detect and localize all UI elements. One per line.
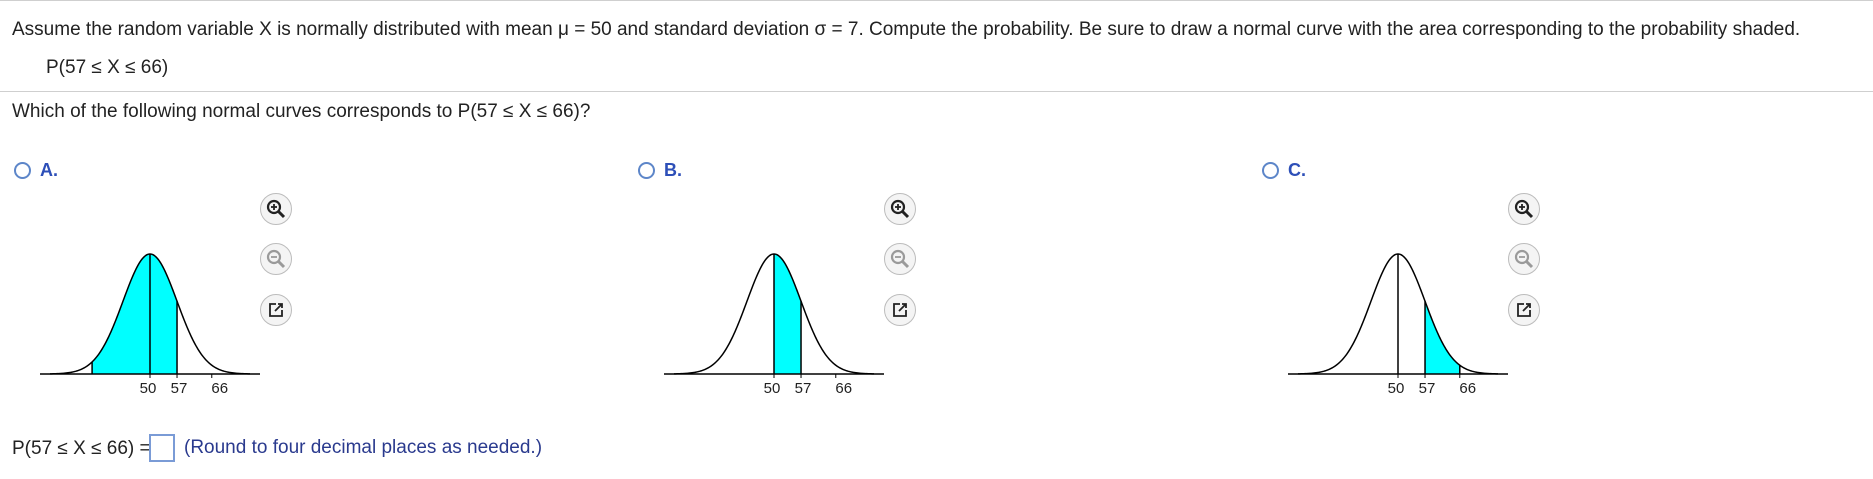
tick-label: 57: [795, 380, 812, 397]
question-expression: P(57 ≤ X ≤ 66): [46, 57, 169, 78]
tick-label: 50: [140, 380, 157, 397]
option-b-zoom-out-button[interactable]: [884, 243, 916, 275]
tick-label: 57: [171, 380, 188, 397]
tick-label: 57: [1419, 380, 1436, 397]
option-c-radio[interactable]: [1262, 162, 1279, 179]
option-b-zoom-in-button[interactable]: [884, 193, 916, 225]
question-prompt: Assume the random variable X is normally…: [12, 19, 1801, 40]
section-divider: [0, 91, 1873, 92]
popout-icon: [1517, 303, 1531, 317]
answer-label: P(57 ≤ X ≤ 66) =: [12, 438, 151, 459]
option-c-label: C.: [1288, 160, 1306, 180]
zoom-out-icon: [890, 249, 910, 269]
zoom-in-icon: [890, 199, 910, 219]
option-c-zoom-in-button[interactable]: [1508, 193, 1540, 225]
option-a[interactable]: A.: [14, 160, 58, 181]
option-b-radio[interactable]: [638, 162, 655, 179]
option-b-label: B.: [664, 160, 682, 180]
answer-input[interactable]: [149, 434, 175, 462]
popout-icon: [269, 303, 283, 317]
zoom-out-icon: [1514, 249, 1534, 269]
option-a-popout-button[interactable]: [260, 294, 292, 326]
shaded-area: [1425, 301, 1460, 374]
option-c-zoom-out-button[interactable]: [1508, 243, 1540, 275]
tick-label: 66: [835, 380, 852, 397]
tick-label: 66: [211, 380, 228, 397]
tick-label: 66: [1459, 380, 1476, 397]
option-a-zoom-out-button[interactable]: [260, 243, 292, 275]
option-a-label: A.: [40, 160, 58, 180]
option-c-popout-button[interactable]: [1508, 294, 1540, 326]
tick-label: 50: [1388, 380, 1405, 397]
option-c-graph: 50 57 66: [1288, 253, 1508, 397]
top-divider: [0, 0, 1873, 1]
option-a-zoom-in-button[interactable]: [260, 193, 292, 225]
option-a-radio[interactable]: [14, 162, 31, 179]
subquestion-text: Which of the following normal curves cor…: [12, 101, 591, 122]
zoom-out-icon: [266, 249, 286, 269]
tick-label: 50: [764, 380, 781, 397]
option-b-popout-button[interactable]: [884, 294, 916, 326]
option-b-graph: 50 57 66: [664, 253, 884, 397]
shaded-area: [774, 254, 802, 374]
answer-hint: (Round to four decimal places as needed.…: [184, 437, 543, 458]
option-c[interactable]: C.: [1262, 160, 1306, 181]
option-a-graph: 50 57 66: [40, 253, 260, 397]
zoom-in-icon: [1514, 199, 1534, 219]
popout-icon: [893, 303, 907, 317]
zoom-in-icon: [266, 199, 286, 219]
option-b[interactable]: B.: [638, 160, 682, 181]
